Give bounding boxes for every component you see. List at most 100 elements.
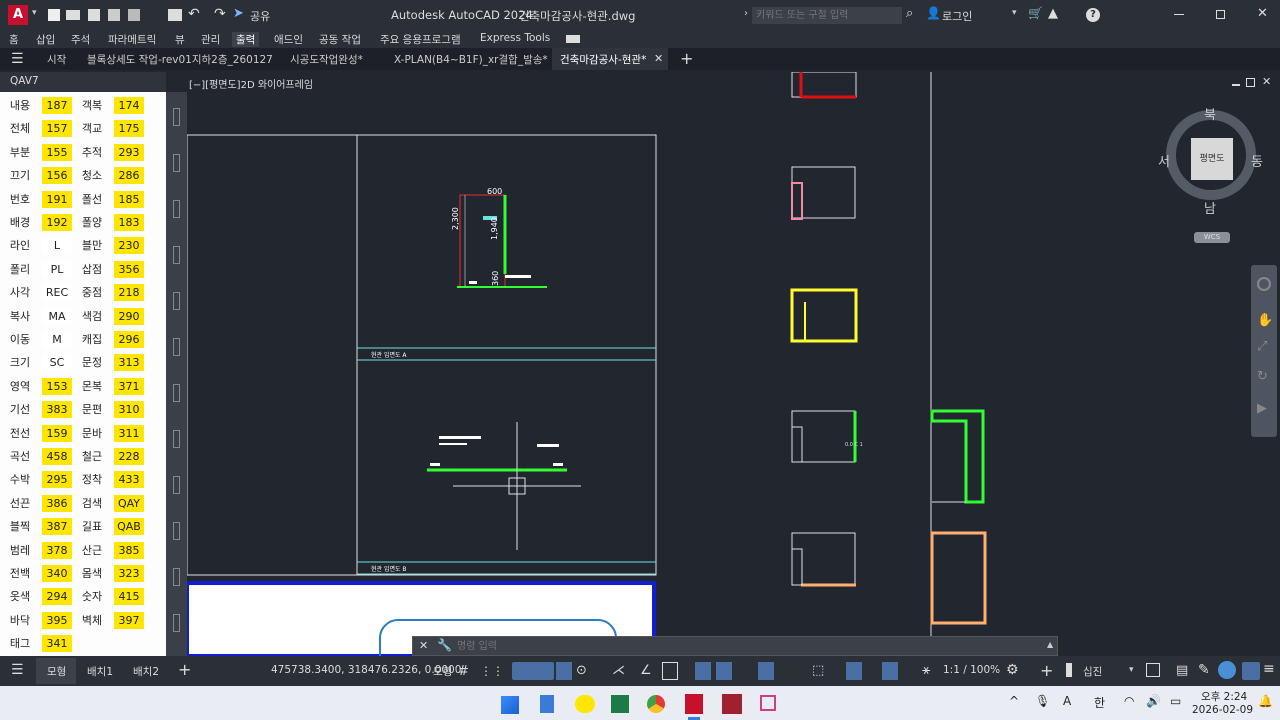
- ribbon-toggle-icon[interactable]: [566, 35, 580, 43]
- command-name[interactable]: 몬복: [78, 378, 106, 395]
- command-shortcut[interactable]: 397: [114, 611, 144, 629]
- tab-output[interactable]: 출력: [232, 32, 260, 47]
- command-name[interactable]: 벽체: [78, 612, 106, 629]
- panel-header[interactable]: QAV7: [0, 72, 166, 92]
- command-name[interactable]: 색검: [78, 308, 106, 325]
- polar-icon[interactable]: ⊙: [576, 663, 587, 678]
- palette-tab-mark[interactable]: [173, 568, 180, 586]
- clock-time[interactable]: 오후 2:24: [1201, 689, 1247, 704]
- command-name[interactable]: 전체: [6, 120, 34, 137]
- annotation-visibility-icon[interactable]: [882, 662, 898, 680]
- tab-addins[interactable]: 애드인: [274, 32, 303, 47]
- command-name[interactable]: 폴양: [78, 214, 106, 231]
- command-name[interactable]: 철근: [78, 448, 106, 465]
- lineweight-icon[interactable]: [695, 662, 711, 680]
- command-shortcut[interactable]: 371: [114, 377, 144, 395]
- command-shortcut[interactable]: 387: [42, 518, 72, 536]
- command-shortcut[interactable]: 356: [114, 260, 144, 278]
- wcs-button[interactable]: WCS: [1194, 232, 1230, 243]
- layout-tab-model[interactable]: 모형: [47, 664, 66, 679]
- orbit-icon[interactable]: ↻: [1257, 369, 1268, 384]
- palette-tab-mark[interactable]: [173, 154, 180, 172]
- command-name[interactable]: 바닥: [6, 612, 34, 629]
- command-shortcut[interactable]: 156: [42, 167, 72, 185]
- layout-tab-2[interactable]: 배치2: [133, 664, 159, 679]
- palette-tab-mark[interactable]: [173, 430, 180, 448]
- command-shortcut[interactable]: 155: [42, 143, 72, 161]
- viewport-restore-icon[interactable]: [1246, 78, 1255, 87]
- palette-tab-mark[interactable]: [173, 384, 180, 402]
- command-input[interactable]: [457, 639, 1017, 654]
- command-shortcut[interactable]: QAB: [114, 518, 144, 536]
- command-name[interactable]: 복사: [6, 308, 34, 325]
- cart-icon[interactable]: 🛒: [1028, 6, 1043, 20]
- command-name[interactable]: 내용: [6, 97, 34, 114]
- command-name[interactable]: 전선: [6, 425, 34, 442]
- palette-tab-mark[interactable]: [173, 338, 180, 356]
- command-name[interactable]: 태그: [6, 635, 34, 652]
- command-name[interactable]: 수박: [6, 471, 34, 488]
- command-shortcut[interactable]: 187: [42, 97, 72, 114]
- pan-hand-icon[interactable]: ✋: [1257, 313, 1273, 328]
- command-shortcut[interactable]: SC: [42, 354, 72, 372]
- otrack-icon[interactable]: [662, 662, 678, 680]
- tab-manage[interactable]: 관리: [201, 32, 220, 47]
- command-name[interactable]: 곡선: [6, 448, 34, 465]
- command-name[interactable]: 블찍: [6, 518, 34, 535]
- command-shortcut[interactable]: 286: [114, 167, 144, 185]
- redo-icon[interactable]: ↷: [214, 6, 226, 22]
- open-folder-icon[interactable]: [66, 10, 80, 20]
- command-name[interactable]: 정착: [78, 471, 106, 488]
- command-shortcut[interactable]: 311: [114, 424, 144, 442]
- drawing-canvas[interactable]: [−][평면도]2D 와이어프레임 600 2,300 1,940 360 현관…: [187, 72, 1280, 656]
- command-name[interactable]: 문편: [78, 401, 106, 418]
- command-name[interactable]: 길표: [78, 518, 106, 535]
- command-shortcut[interactable]: 293: [114, 143, 144, 161]
- command-name[interactable]: 영역: [6, 378, 34, 395]
- command-shortcut[interactable]: MA: [42, 307, 72, 325]
- tab-collaborate[interactable]: 공동 작업: [319, 32, 361, 47]
- command-name[interactable]: 폴리: [6, 261, 34, 278]
- tab-home[interactable]: 홈: [9, 32, 19, 47]
- doc-tab-block-detail[interactable]: 블록상세도 작업-rev01지하2층_260127: [87, 52, 273, 67]
- command-shortcut[interactable]: 185: [114, 190, 144, 208]
- command-name[interactable]: 객복: [78, 97, 106, 114]
- autodesk-a-icon[interactable]: ▲: [1048, 6, 1058, 21]
- command-name[interactable]: 삽점: [78, 261, 106, 278]
- command-name[interactable]: 숫자: [78, 588, 106, 605]
- search-icon[interactable]: ⌕: [906, 6, 913, 21]
- command-shortcut[interactable]: 383: [42, 401, 72, 419]
- units-icon[interactable]: [1066, 663, 1072, 677]
- windows-start-icon[interactable]: [501, 696, 519, 714]
- battery-icon[interactable]: ▭: [1170, 694, 1181, 708]
- ortho-icon[interactable]: [556, 662, 572, 680]
- clock-date[interactable]: 2026-02-09: [1192, 704, 1253, 716]
- command-name[interactable]: 추적: [78, 144, 106, 161]
- command-shortcut[interactable]: PL: [42, 260, 72, 278]
- autocad-logo[interactable]: A: [8, 5, 28, 25]
- login-chevron-icon[interactable]: ▾: [1012, 8, 1017, 18]
- command-shortcut[interactable]: 415: [114, 588, 144, 606]
- doc-tab-xplan[interactable]: X-PLAN(B4~B1F)_xr결합_발송*: [394, 52, 548, 67]
- command-close-icon[interactable]: ✕: [419, 639, 428, 652]
- tab-parametric[interactable]: 파라메트릭: [108, 32, 156, 47]
- ime-mode-label[interactable]: A: [1063, 694, 1071, 708]
- palette-tab-mark[interactable]: [173, 522, 180, 540]
- units-chevron-icon[interactable]: ▾: [1129, 665, 1134, 675]
- workspace-gear-icon[interactable]: ⚙: [1006, 662, 1019, 678]
- viewcube-south[interactable]: 남: [1204, 198, 1216, 217]
- zoom-extents-icon[interactable]: ⤢: [1257, 339, 1267, 354]
- tab-featured-apps[interactable]: 주요 응용프로그램: [380, 32, 461, 47]
- command-shortcut[interactable]: QAY: [114, 494, 144, 512]
- navigation-bar[interactable]: ✋ ⤢ ↻ ▶: [1251, 265, 1277, 437]
- search-chevron-icon[interactable]: ›: [744, 8, 748, 19]
- save-as-icon[interactable]: [108, 9, 120, 21]
- add-layout-icon[interactable]: +: [178, 660, 191, 679]
- doc-tab-close-icon[interactable]: ✕: [654, 52, 663, 65]
- palette-tab-mark[interactable]: [173, 476, 180, 494]
- palette-tab-mark[interactable]: [173, 246, 180, 264]
- command-name[interactable]: 사각: [6, 284, 34, 301]
- share-label[interactable]: 공유: [250, 8, 270, 24]
- command-shortcut[interactable]: 341: [42, 635, 72, 653]
- command-shortcut[interactable]: 323: [114, 565, 144, 582]
